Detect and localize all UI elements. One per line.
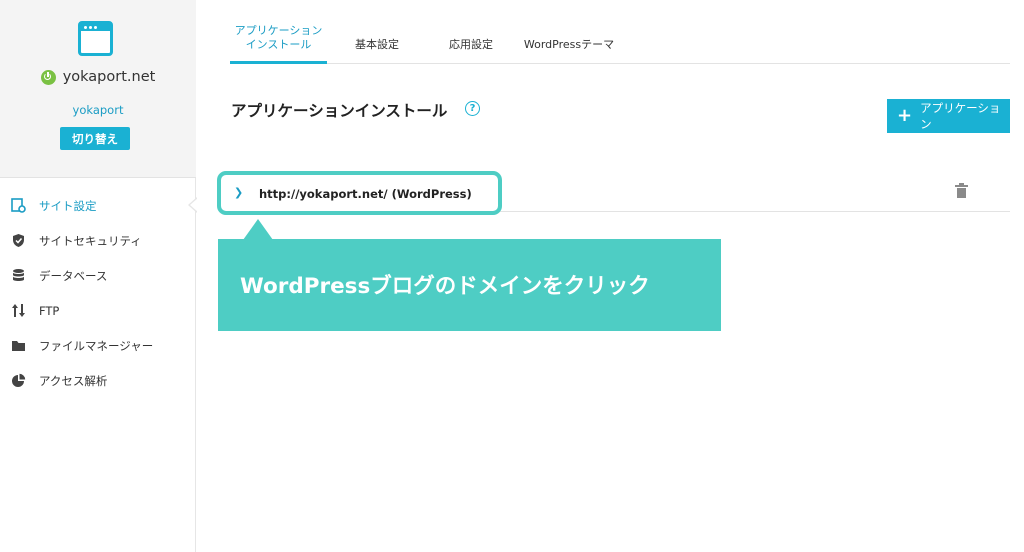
sidebar-item-label: FTP [39,303,60,318]
tab-label: 応用設定 [449,38,493,51]
shield-icon [11,233,26,248]
tab-label-line1: アプリケーション [234,24,323,37]
sidebar-item-site-security[interactable]: サイトセキュリティ [0,223,196,258]
sidebar-item-site-settings[interactable]: サイト設定 [0,188,198,223]
tab-app-install[interactable]: アプリケーション インストール [230,22,327,64]
add-application-label: アプリケーション [920,101,1001,131]
sidebar-item-database[interactable]: データベース [0,258,196,293]
switch-button[interactable]: 切り替え [60,127,130,150]
instruction-text: WordPressブログのドメインをクリック [240,274,650,299]
tab-advanced-settings[interactable]: 応用設定 [436,22,506,64]
tab-wordpress-theme[interactable]: WordPressテーマ [519,22,619,64]
instruction-callout: WordPressブログのドメインをクリック [218,239,721,331]
tab-label: 基本設定 [355,38,399,51]
sidebar-item-label: サイト設定 [39,198,97,213]
sidebar-item-label: サイトセキュリティ [39,233,142,248]
callout-pointer [243,219,273,240]
tab-label-line2: インストール [245,38,312,51]
sidebar: yokaport.net yokaport 切り替え サイト設定 サイトセキュリ… [0,0,198,552]
page-title: アプリケーションインストール [231,102,448,120]
help-icon[interactable]: ? [465,101,480,116]
server-profile: yokaport.net yokaport 切り替え [0,0,196,178]
active-indicator [188,197,198,213]
sidebar-item-ftp[interactable]: FTP [0,293,196,328]
folder-icon [11,338,26,353]
pie-chart-icon [11,373,26,388]
domain-name: yokaport.net [62,69,156,85]
add-application-button[interactable]: + アプリケーション [887,99,1010,133]
database-icon [11,268,26,283]
trash-icon[interactable] [955,183,968,198]
account-name: yokaport [72,103,124,117]
highlight-frame [217,171,502,215]
sidebar-item-label: データベース [39,268,108,283]
power-icon [40,69,56,85]
tab-basic-settings[interactable]: 基本設定 [342,22,412,64]
browser-window-icon [78,21,113,56]
sidebar-item-file-manager[interactable]: ファイルマネージャー [0,328,196,363]
plus-icon: + [897,105,913,126]
domain-row: yokaport.net [0,66,196,88]
sidebar-menu: サイト設定 サイトセキュリティ データベース FTP ファイルマネージャー アク… [0,188,198,398]
sidebar-item-access-analytics[interactable]: アクセス解析 [0,363,196,398]
settings-tabs: アプリケーション インストール 基本設定 応用設定 WordPressテーマ [230,22,1010,64]
sidebar-item-label: アクセス解析 [39,373,108,388]
site-settings-icon [11,198,26,213]
updown-arrows-icon [11,303,26,318]
tab-label: WordPressテーマ [523,38,615,51]
sidebar-item-label: ファイルマネージャー [39,338,154,353]
